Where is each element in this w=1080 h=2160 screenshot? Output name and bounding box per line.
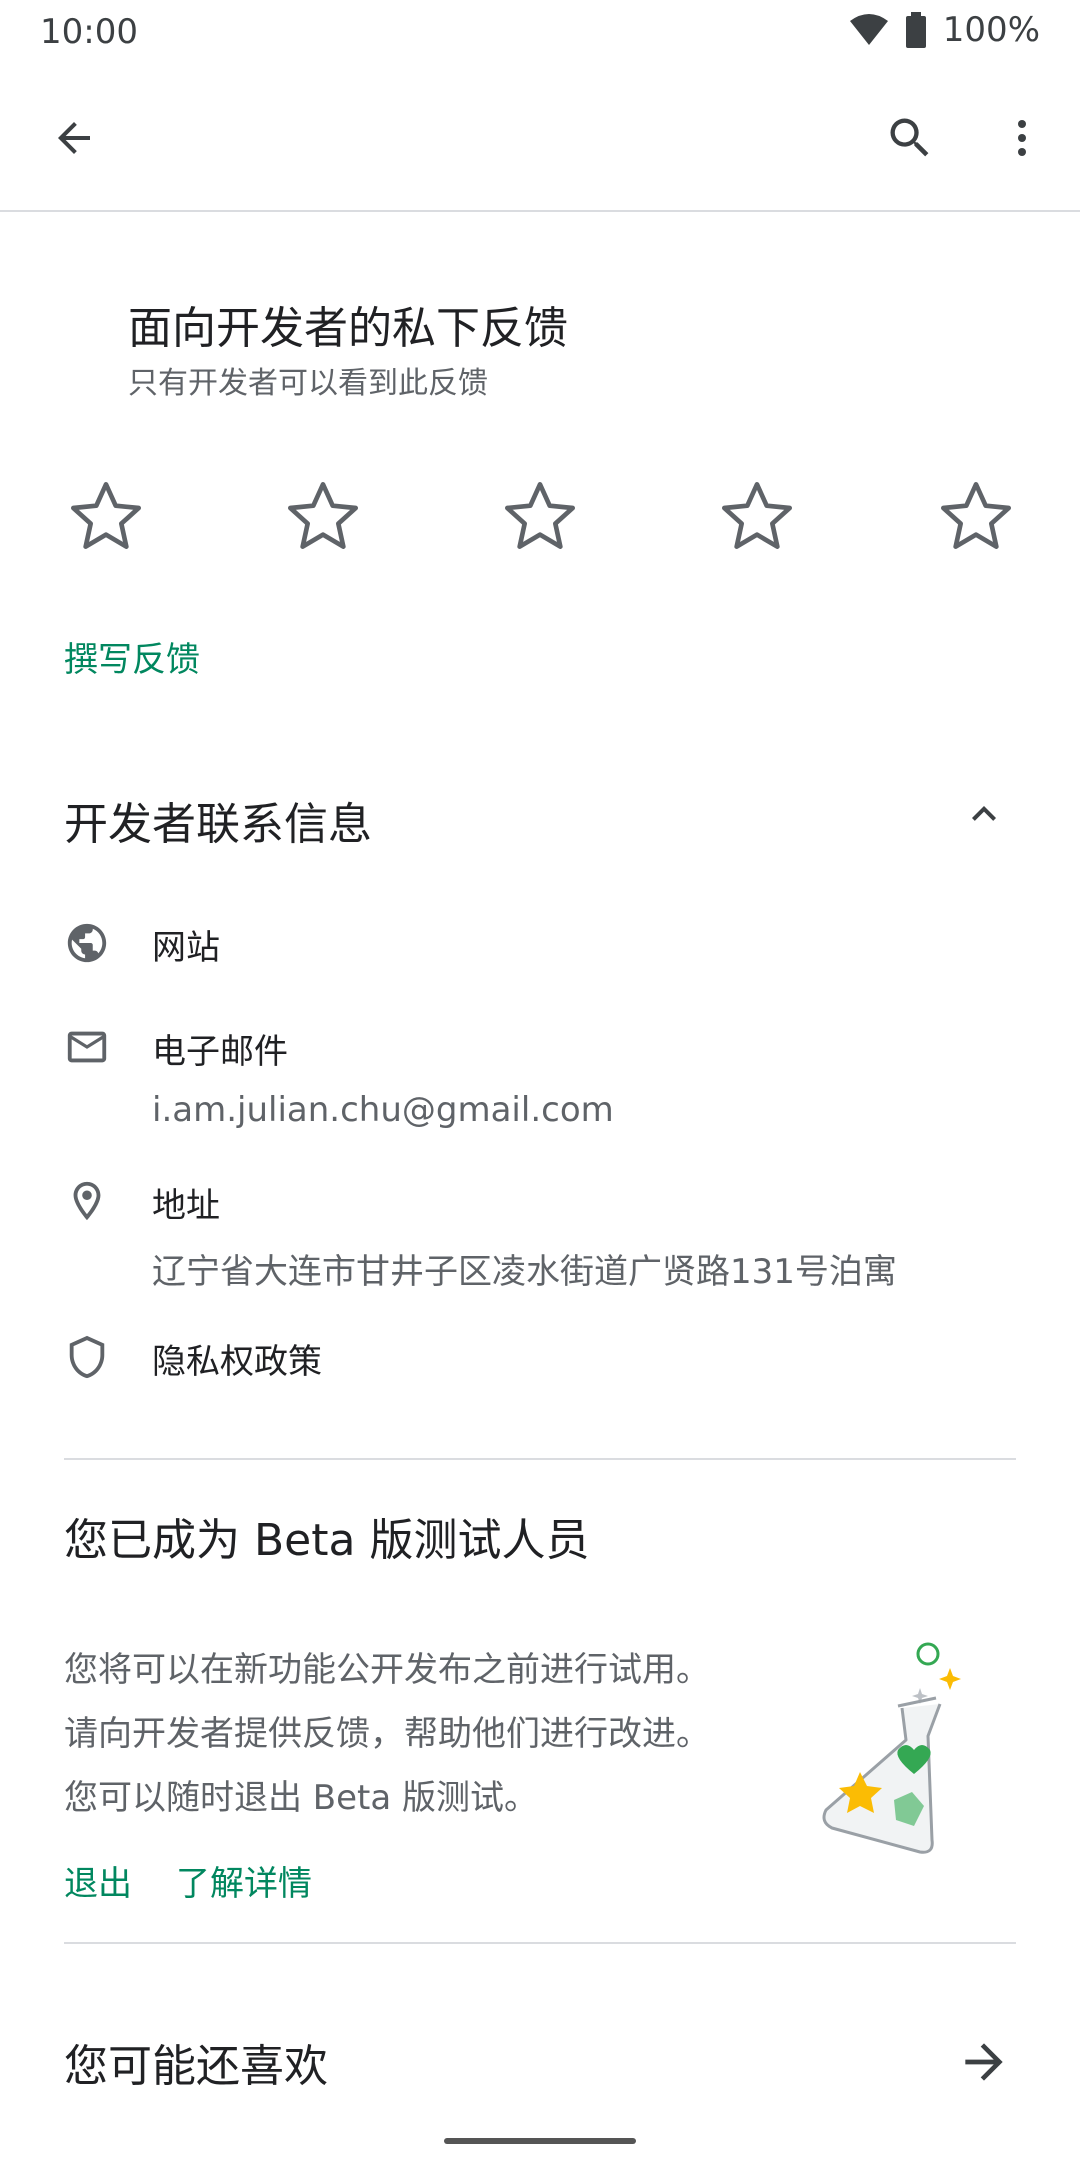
learn-more-link[interactable]: 了解详情 xyxy=(176,1856,312,1905)
write-feedback-link[interactable]: 撰写反馈 xyxy=(64,632,200,681)
search-button[interactable] xyxy=(874,102,946,174)
contact-privacy-policy[interactable]: 隐私权政策 xyxy=(64,1334,1024,1384)
contact-address[interactable]: 地址 辽宁省大连市甘井子区凌水街道广贤路131号泊寓 xyxy=(64,1178,1024,1298)
wifi-icon xyxy=(849,14,888,45)
back-button[interactable] xyxy=(38,102,110,174)
email-label: 电子邮件 xyxy=(152,1032,288,1072)
status-time: 10:00 xyxy=(40,12,138,52)
arrow-forward-icon[interactable] xyxy=(956,2034,1012,2090)
beta-flask-illustration xyxy=(822,1642,961,1854)
you-may-also-like-title[interactable]: 您可能还喜欢 xyxy=(64,2030,328,2094)
address-label: 地址 xyxy=(152,1186,220,1226)
chevron-up-icon[interactable] xyxy=(960,790,1008,838)
star-3-icon[interactable] xyxy=(500,476,580,556)
beta-title: 您已成为 Beta 版测试人员 xyxy=(64,1515,590,1566)
leave-beta-link[interactable]: 退出 xyxy=(64,1856,132,1905)
star-5-icon[interactable] xyxy=(936,476,1016,556)
location-pin-icon xyxy=(73,1181,101,1221)
app-bar xyxy=(0,66,1080,212)
feedback-subtitle: 只有开发者可以看到此反馈 xyxy=(128,366,488,401)
back-arrow-icon xyxy=(58,122,90,154)
more-vert-icon xyxy=(1018,120,1026,156)
contact-email[interactable]: 电子邮件 i.am.julian.chu@gmail.com xyxy=(64,1024,1024,1144)
gesture-nav-handle[interactable] xyxy=(444,2138,636,2144)
beta-description-line: 您将可以在新功能公开发布之前进行试用。 xyxy=(64,1650,710,1690)
contact-website[interactable]: 网站 xyxy=(64,920,1024,970)
beta-description: 您将可以在新功能公开发布之前进行试用。 请向开发者提供反馈，帮助他们进行改进。 … xyxy=(64,1638,764,1830)
beta-description-line: 您可以随时退出 Beta 版测试。 xyxy=(64,1778,539,1818)
search-icon xyxy=(890,118,929,157)
beta-description-line: 请向开发者提供反馈，帮助他们进行改进。 xyxy=(64,1714,710,1754)
website-label: 网站 xyxy=(152,928,220,968)
star-1-icon[interactable] xyxy=(66,476,146,556)
email-value: i.am.julian.chu@gmail.com xyxy=(152,1090,614,1130)
status-icons: 100% xyxy=(849,10,1040,50)
beta-actions: 退出 了解详情 xyxy=(64,1856,312,1905)
globe-icon xyxy=(67,923,107,963)
shield-icon xyxy=(69,1335,105,1379)
email-icon xyxy=(67,1031,107,1063)
divider xyxy=(64,1942,1016,1944)
status-bar: 10:00 100% xyxy=(0,0,1080,66)
privacy-policy-label: 隐私权政策 xyxy=(152,1342,322,1382)
star-2-icon[interactable] xyxy=(283,476,363,556)
developer-contact-title[interactable]: 开发者联系信息 xyxy=(64,788,372,852)
address-value: 辽宁省大连市甘井子区凌水街道广贤路131号泊寓 xyxy=(152,1252,897,1292)
battery-icon xyxy=(905,12,926,48)
battery-percentage: 100% xyxy=(942,10,1040,50)
star-rating xyxy=(66,476,1016,556)
feedback-title: 面向开发者的私下反馈 xyxy=(128,303,568,354)
more-options-button[interactable] xyxy=(986,102,1058,174)
divider xyxy=(64,1458,1016,1460)
star-4-icon[interactable] xyxy=(717,476,797,556)
